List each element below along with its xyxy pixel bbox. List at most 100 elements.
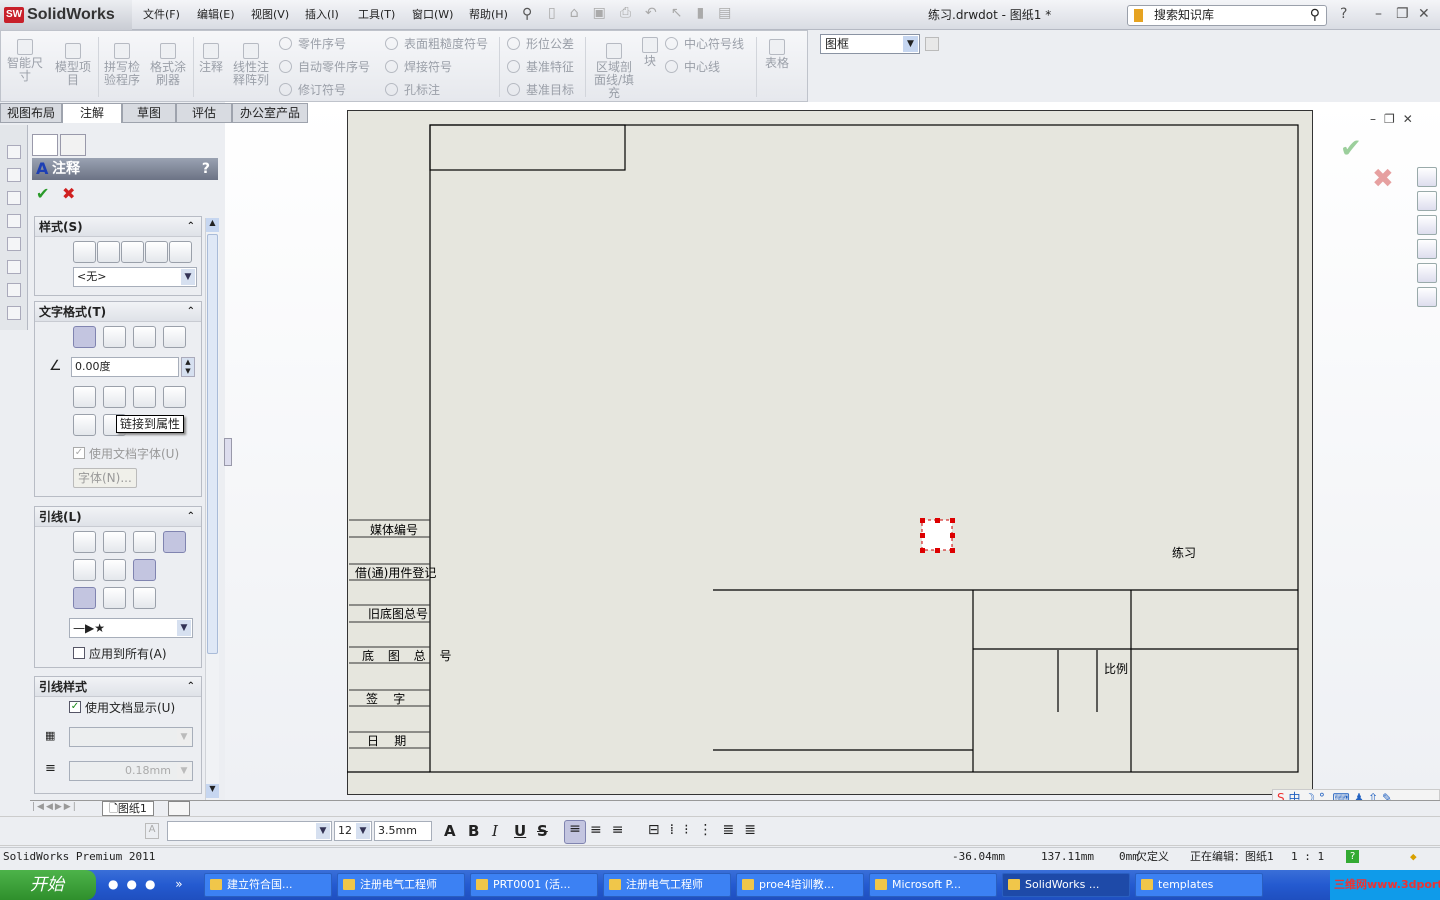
linear-note-pattern-button[interactable]: 线性注释阵列 [231, 43, 271, 87]
geometric-tolerance-insert-button[interactable] [73, 414, 96, 436]
angle-spinner[interactable]: ▲ ▼ [181, 357, 195, 377]
line-style-select[interactable]: ▼ [69, 727, 193, 747]
drawing-sheet[interactable] [347, 110, 1313, 795]
revision-symbol-button[interactable]: 修订符号 [279, 80, 346, 100]
note-button[interactable]: 注释 [197, 43, 225, 74]
search-icon[interactable]: ⚲ [1310, 6, 1320, 25]
tab-view-layout[interactable]: 视图布局 [0, 103, 62, 123]
lock-note-button[interactable] [163, 386, 186, 408]
menu-file[interactable]: 文件(F) [143, 0, 180, 30]
restore-button[interactable]: ❐ [1396, 6, 1409, 22]
help-icon[interactable]: ? [1340, 6, 1347, 22]
no-leader-button[interactable] [133, 531, 156, 553]
view-palette-icon[interactable] [1417, 239, 1437, 259]
insert-hyperlink-button[interactable] [73, 386, 96, 408]
home-icon[interactable] [1417, 167, 1437, 187]
text-format-header[interactable]: 文字格式(T) ⌃ [35, 302, 201, 322]
scroll-down-icon[interactable]: ▼ [206, 784, 219, 798]
datum-feature-button[interactable]: 基准特征 [507, 57, 574, 77]
scroll-up-icon[interactable]: ▲ [206, 218, 219, 232]
taskbar-item[interactable]: proe4培训教... [736, 873, 864, 897]
align-right-button[interactable] [133, 326, 156, 348]
help-button[interactable]: ? [202, 158, 210, 180]
save-style-button[interactable] [145, 241, 168, 263]
feature-manager-tab[interactable] [32, 134, 58, 156]
add-symbol-button[interactable] [133, 386, 156, 408]
style-select[interactable]: <无> ▼ [73, 267, 197, 287]
chevron-down-icon[interactable]: ▼ [177, 729, 191, 745]
align-center-button[interactable] [103, 326, 126, 348]
pin-icon[interactable]: ⚲ [522, 6, 532, 22]
property-manager-scrollbar[interactable]: ▲ ▼ [205, 218, 219, 800]
layer-properties-icon[interactable] [925, 37, 939, 51]
use-doc-display-checkbox[interactable]: ✓ [69, 701, 81, 713]
align-left-button[interactable] [73, 326, 96, 348]
note-tool-icon[interactable] [7, 306, 21, 320]
taskbar-item[interactable]: 建立符合国... [204, 873, 332, 897]
leader-nearest-button[interactable] [133, 559, 156, 581]
load-style-button[interactable] [169, 241, 192, 263]
custom-properties-icon[interactable] [1417, 287, 1437, 307]
file-explorer-icon[interactable] [1417, 215, 1437, 235]
spell-check-button[interactable]: 拼写检验程序 [103, 43, 141, 87]
note-print-icon[interactable] [7, 260, 21, 274]
menu-window[interactable]: 窗口(W) [412, 0, 453, 30]
arrow-style-select[interactable]: —▶★ ▼ [69, 618, 193, 638]
leader-attach-bent-button[interactable] [103, 587, 126, 609]
cancel-x-icon[interactable]: ✖ [62, 184, 75, 203]
tab-annotation[interactable]: 注解 [62, 103, 122, 123]
block-button[interactable]: 块 [641, 37, 659, 68]
angle-input[interactable]: 0.00度 [71, 357, 179, 377]
panel-collapse-handle[interactable] [224, 438, 232, 466]
weld-symbol-button[interactable]: 焊接符号 [385, 57, 452, 77]
table-button[interactable]: 表格 [763, 39, 791, 70]
sheet-scale[interactable]: 1 : 1 [1291, 848, 1324, 866]
chevron-down-icon[interactable]: ▼ [356, 823, 370, 839]
start-button[interactable]: 开始 [0, 870, 96, 900]
font-color-button[interactable]: A [444, 822, 456, 840]
taskbar-item[interactable]: SolidWorks ... [1002, 873, 1130, 897]
auto-leader-button[interactable] [163, 531, 186, 553]
close-button[interactable]: ✕ [1418, 6, 1430, 22]
quick-access-toolbar[interactable]: ▯⌂▣⎙↶↖▮▤ [548, 5, 745, 21]
scrollbar-thumb[interactable] [207, 234, 218, 654]
quick-tips-icon[interactable]: ? [1346, 850, 1359, 863]
sheet-tab-1[interactable]: 🗋图纸1 [102, 801, 154, 816]
tab-sketch[interactable]: 草图 [122, 103, 176, 123]
strikethrough-button[interactable]: S [537, 822, 548, 840]
area-hatch-button[interactable]: 区域剖面线/填充 [591, 43, 637, 100]
tab-office-products[interactable]: 办公室产品 [232, 103, 308, 123]
quick-launch[interactable]: ●●● » [108, 877, 191, 891]
taskbar-item[interactable]: 注册电气工程师 [603, 873, 731, 897]
taskbar-item[interactable]: PRT0001 (活... [470, 873, 598, 897]
tag-icon[interactable]: ◆ [1410, 848, 1417, 866]
confirm-cancel-icon[interactable]: ✖ [1372, 164, 1394, 194]
alignment-and-list-buttons[interactable]: ≡≡ ⊟⁞⁝⋮≣≣ [590, 822, 766, 838]
note-icon[interactable] [7, 145, 21, 159]
apply-style-button[interactable] [73, 241, 96, 263]
design-library-icon[interactable] [1417, 191, 1437, 211]
add-sheet-icon[interactable] [168, 801, 190, 816]
bold-button[interactable]: B [468, 822, 479, 840]
leader-style-header[interactable]: 引线样式 ⌃ [35, 677, 201, 697]
menu-help[interactable]: 帮助(H) [469, 0, 508, 30]
chevron-down-icon[interactable]: ▼ [903, 36, 918, 52]
search-input[interactable]: 搜索知识库 ⚲ [1127, 5, 1327, 26]
smart-dimension-button[interactable]: 智能尺寸 [7, 39, 43, 83]
add-style-button[interactable] [97, 241, 120, 263]
note-stack-icon[interactable] [7, 237, 21, 251]
leader-attach-straight-button[interactable] [73, 587, 96, 609]
menu-edit[interactable]: 编辑(E) [197, 0, 235, 30]
font-size-select[interactable]: 12 ▼ [334, 821, 372, 841]
font-height-input[interactable]: 3.5mm [374, 821, 432, 841]
leader-left-button[interactable] [73, 559, 96, 581]
underline-button[interactable]: U [514, 822, 526, 840]
menu-view[interactable]: 视图(V) [251, 0, 289, 30]
note-edit-icon[interactable] [7, 168, 21, 182]
collapse-icon[interactable]: ⌃ [187, 302, 195, 322]
leader-right-button[interactable] [103, 559, 126, 581]
use-doc-font-checkbox[interactable]: ✓ [73, 447, 85, 459]
centerline-button[interactable]: 中心线 [665, 57, 720, 77]
balloon-button[interactable]: 零件序号 [279, 34, 346, 54]
link-to-property-button[interactable] [103, 386, 126, 408]
